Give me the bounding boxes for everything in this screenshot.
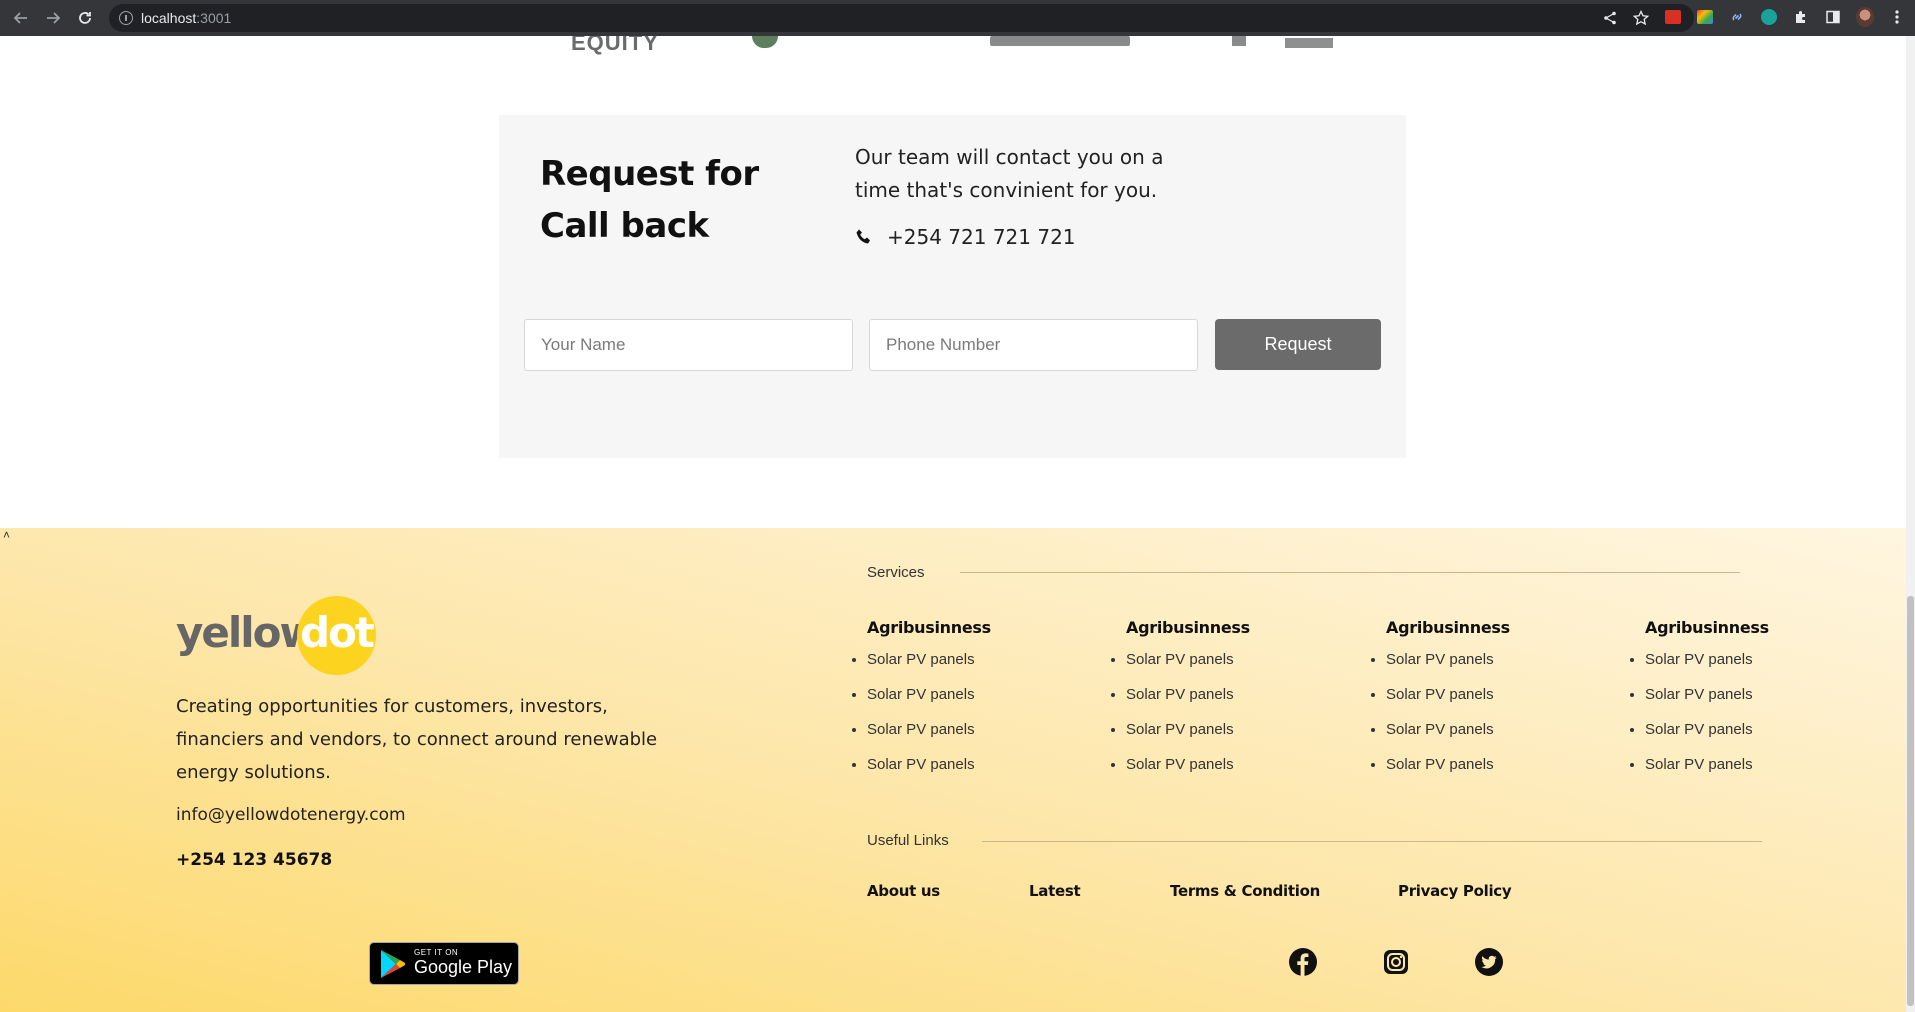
service-item-link[interactable]: Solar PV panels xyxy=(1630,651,1845,686)
service-item-link[interactable]: Solar PV panels xyxy=(852,686,1067,721)
url-text: localhost:3001 xyxy=(141,10,231,26)
callback-phone-number: +254 721 721 721 xyxy=(887,225,1076,249)
service-item-link[interactable]: Solar PV panels xyxy=(1111,756,1326,791)
profile-avatar[interactable] xyxy=(1856,7,1874,27)
useful-links-label: Useful Links xyxy=(867,832,949,849)
services-divider xyxy=(960,572,1740,573)
service-item-link[interactable]: Solar PV panels xyxy=(852,756,1067,791)
service-list: Solar PV panels Solar PV panels Solar PV… xyxy=(1630,651,1845,791)
browser-menu-icon[interactable] xyxy=(1888,8,1906,26)
callback-description: Our team will contact you on a time that… xyxy=(855,145,1164,202)
logo-yellow-text: yellow xyxy=(176,608,318,657)
forward-button[interactable] xyxy=(41,6,65,30)
services-column: Agribusinness Solar PV panels Solar PV p… xyxy=(852,618,1067,791)
partner-logo-leaf xyxy=(752,36,778,48)
google-play-small-text: GET IT ON xyxy=(414,948,459,957)
service-heading: Agribusinness xyxy=(1386,618,1510,637)
service-list: Solar PV panels Solar PV panels Solar PV… xyxy=(1111,651,1326,791)
service-item-link[interactable]: Solar PV panels xyxy=(1630,686,1845,721)
back-button[interactable] xyxy=(9,6,33,30)
forward-arrow-icon xyxy=(47,12,61,24)
instagram-icon[interactable] xyxy=(1381,947,1411,977)
service-item-link[interactable]: Solar PV panels xyxy=(1630,756,1845,791)
side-panel-icon[interactable] xyxy=(1824,8,1842,26)
partner-logo-services xyxy=(1285,38,1333,48)
service-item-link[interactable]: Solar PV panels xyxy=(852,721,1067,756)
about-us-link[interactable]: About us xyxy=(867,882,940,900)
name-input[interactable] xyxy=(524,319,853,371)
bookmark-star-icon[interactable] xyxy=(1631,8,1651,28)
services-column: Agribusinness Solar PV panels Solar PV p… xyxy=(1630,618,1845,791)
phone-icon xyxy=(856,229,870,244)
facebook-icon[interactable] xyxy=(1288,947,1318,977)
address-bar[interactable]: localhost:3001 xyxy=(109,4,1694,32)
service-item-link[interactable]: Solar PV panels xyxy=(1630,721,1845,756)
service-heading: Agribusinness xyxy=(1645,618,1769,637)
service-item-link[interactable]: Solar PV panels xyxy=(1111,686,1326,721)
service-list: Solar PV panels Solar PV panels Solar PV… xyxy=(1371,651,1586,791)
service-heading: Agribusinness xyxy=(867,618,991,637)
google-play-big-text: Google Play xyxy=(414,957,513,977)
request-button[interactable]: Request xyxy=(1215,319,1381,370)
site-footer: ˄ yellow dot Creating opportunities for … xyxy=(0,528,1906,1012)
scroll-to-top-icon[interactable]: ˄ xyxy=(3,528,10,542)
service-item-link[interactable]: Solar PV panels xyxy=(1371,651,1586,686)
reload-icon xyxy=(79,12,91,24)
service-item-link[interactable]: Solar PV panels xyxy=(1371,721,1586,756)
extension-colorful-icon[interactable] xyxy=(1696,8,1714,26)
extension-globe-icon[interactable] xyxy=(1760,8,1778,26)
page-scrollbar[interactable] xyxy=(1906,36,1915,1012)
extensions-puzzle-icon[interactable] xyxy=(1792,8,1810,26)
service-item-link[interactable]: Solar PV panels xyxy=(1371,686,1586,721)
scrollbar-thumb[interactable] xyxy=(1907,596,1914,1006)
partner-logo-text xyxy=(990,36,1130,46)
service-list: Solar PV panels Solar PV panels Solar PV… xyxy=(852,651,1067,791)
partner-logos: EQUITY xyxy=(0,36,1915,56)
phone-number-input[interactable] xyxy=(869,319,1198,371)
company-about-text: Creating opportunities for customers, in… xyxy=(176,696,658,783)
extension-red-icon[interactable] xyxy=(1664,8,1682,26)
contact-email-link[interactable]: info@yellowdotenergy.com xyxy=(176,805,406,825)
service-item-link[interactable]: Solar PV panels xyxy=(1371,756,1586,791)
service-heading: Agribusinness xyxy=(1126,618,1250,637)
callback-card: Request for Call back Our team will cont… xyxy=(499,115,1406,458)
extension-link-icon[interactable] xyxy=(1728,8,1746,26)
url-host: localhost xyxy=(141,10,197,26)
google-play-icon xyxy=(381,950,405,978)
share-icon[interactable] xyxy=(1600,8,1620,28)
equity-logo: EQUITY xyxy=(571,36,659,55)
twitter-icon[interactable] xyxy=(1474,947,1504,977)
service-item-link[interactable]: Solar PV panels xyxy=(1111,721,1326,756)
url-port: :3001 xyxy=(196,10,232,26)
partner-logo-arrow xyxy=(1232,36,1246,46)
callback-title: Request for Call back xyxy=(540,154,759,246)
latest-link[interactable]: Latest xyxy=(1029,882,1081,900)
contact-phone-link[interactable]: +254 123 45678 xyxy=(176,850,332,870)
service-item-link[interactable]: Solar PV panels xyxy=(852,651,1067,686)
google-play-badge[interactable]: GET IT ON Google Play xyxy=(369,942,519,985)
callback-phone-row: +254 721 721 721 xyxy=(855,225,1076,249)
useful-links-divider xyxy=(982,841,1762,842)
services-column: Agribusinness Solar PV panels Solar PV p… xyxy=(1111,618,1326,791)
reload-button[interactable] xyxy=(73,6,97,30)
services-label: Services xyxy=(867,564,925,581)
services-column: Agribusinness Solar PV panels Solar PV p… xyxy=(1371,618,1586,791)
site-info-icon[interactable] xyxy=(119,11,133,25)
yellowdot-logo[interactable]: yellow dot xyxy=(176,596,376,676)
browser-toolbar: localhost:3001 xyxy=(0,0,1915,36)
logo-dot-text: dot xyxy=(300,608,375,657)
terms-link[interactable]: Terms & Condition xyxy=(1170,882,1320,900)
service-item-link[interactable]: Solar PV panels xyxy=(1111,651,1326,686)
privacy-policy-link[interactable]: Privacy Policy xyxy=(1398,882,1512,900)
back-arrow-icon xyxy=(13,12,27,24)
